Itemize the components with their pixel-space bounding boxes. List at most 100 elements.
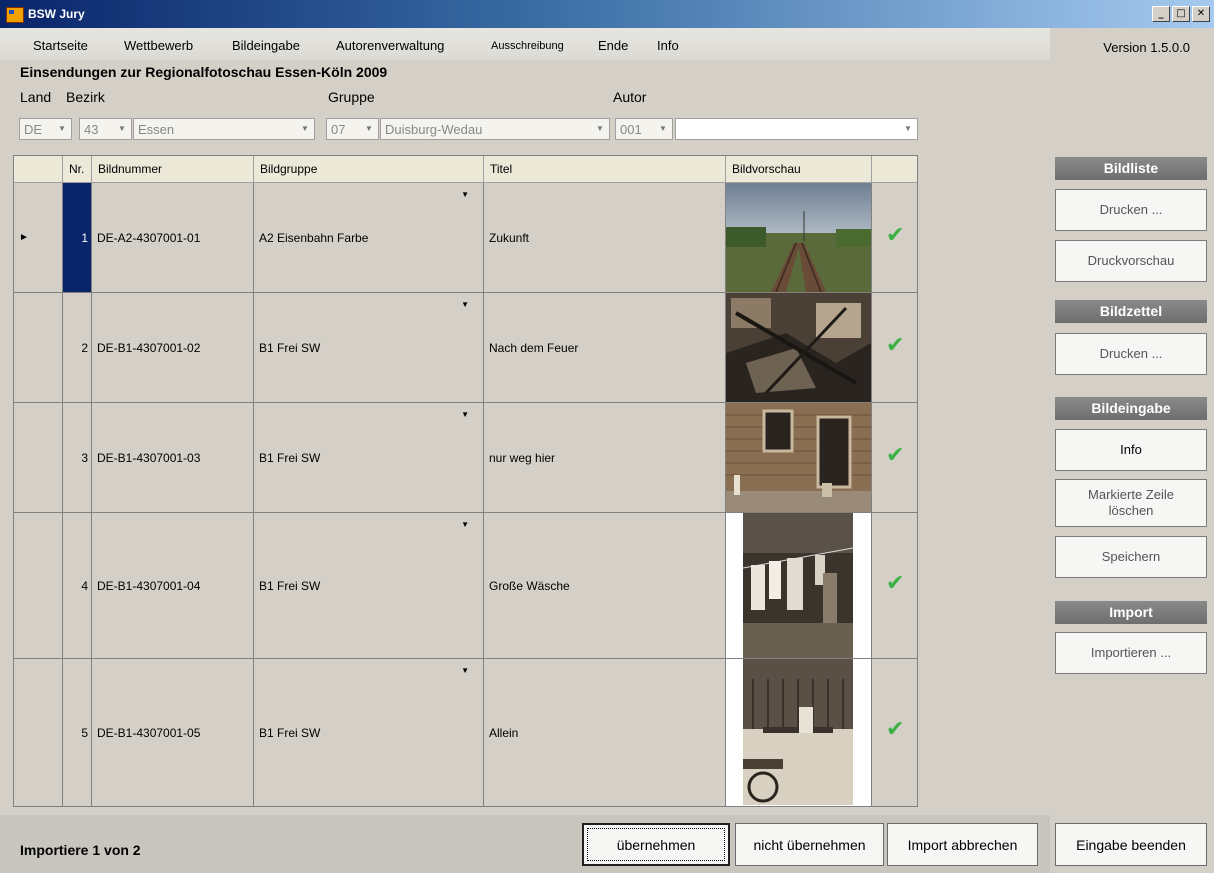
check-icon: ✔ [886,223,905,248]
row-selector[interactable] [14,513,63,659]
bezirk-code-select[interactable]: 43 ▼ [79,118,132,140]
cell-titel[interactable]: Allein [484,659,726,806]
cell-bildvorschau[interactable] [726,513,872,659]
cell-status: ✔ [872,183,917,293]
gruppe-label: Gruppe [328,89,375,105]
gruppe-code-value: 07 [331,122,346,137]
menu-bar: Startseite Wettbewerb Bildeingabe Autore… [0,28,1050,60]
dropdown-arrow-icon[interactable]: ▼ [461,520,469,529]
dropdown-arrow-icon[interactable]: ▼ [461,300,469,309]
menu-startseite[interactable]: Startseite [33,38,88,53]
bezirk-name-value: Essen [138,122,175,137]
import-button[interactable]: Importieren ... [1055,632,1207,674]
maximize-button[interactable]: □ [1172,6,1190,22]
cell-titel[interactable]: nur weg hier [484,403,726,513]
chevron-down-icon: ▼ [365,124,373,133]
row-selector[interactable] [14,403,63,513]
app-icon [6,7,24,23]
cell-bildvorschau[interactable] [726,293,872,403]
check-icon: ✔ [886,443,905,468]
dropdown-arrow-icon[interactable]: ▼ [461,666,469,675]
bezirk-code-value: 43 [84,122,99,137]
cell-nr[interactable]: 3 [63,403,92,513]
table-row[interactable]: ► 1 DE-A2-4307001-01 A2 Eisenbahn Farbe ▼… [14,183,917,293]
bildliste-header: Bildliste [1055,157,1207,180]
page-title: Einsendungen zur Regionalfotoschau Essen… [20,64,388,80]
import-header: Import [1055,601,1207,624]
cell-nr[interactable]: 1 [63,183,92,293]
cell-titel[interactable]: Große Wäsche [484,513,726,659]
bezirk-label: Bezirk [66,89,105,105]
row-selector[interactable] [14,293,63,403]
column-header-bildgruppe[interactable]: Bildgruppe [254,156,484,183]
cell-bildvorschau[interactable] [726,403,872,513]
menu-wettbewerb[interactable]: Wettbewerb [124,38,193,53]
cell-bildgruppe[interactable]: B1 Frei SW ▼ [254,513,484,659]
accept-button[interactable]: übernehmen [582,823,730,866]
cell-bildgruppe[interactable]: B1 Frei SW ▼ [254,293,484,403]
check-icon: ✔ [886,333,905,358]
reject-button[interactable]: nicht übernehmen [735,823,884,866]
menu-autorenverwaltung[interactable]: Autorenverwaltung [336,38,444,53]
table-row[interactable]: 4 DE-B1-4307001-04 B1 Frei SW ▼ Große Wäs… [14,513,917,659]
bildzettel-print-button[interactable]: Drucken ... [1055,333,1207,375]
menu-bildeingabe[interactable]: Bildeingabe [232,38,300,53]
cell-nr[interactable]: 4 [63,513,92,659]
cell-bildnummer[interactable]: DE-B1-4307001-02 [92,293,254,403]
abort-import-button[interactable]: Import abbrechen [887,823,1038,866]
cell-bildnummer[interactable]: DE-B1-4307001-05 [92,659,254,806]
chevron-down-icon: ▼ [118,124,126,133]
cell-titel[interactable]: Zukunft [484,183,726,293]
gruppe-code-select[interactable]: 07 ▼ [326,118,379,140]
column-header-nr[interactable]: Nr. [63,156,92,183]
minimize-button[interactable]: _ [1152,6,1170,22]
cell-bildvorschau[interactable] [726,659,872,806]
cell-nr[interactable]: 2 [63,293,92,403]
bildliste-preview-button[interactable]: Druckvorschau [1055,240,1207,282]
cell-bildgruppe[interactable]: A2 Eisenbahn Farbe ▼ [254,183,484,293]
check-icon: ✔ [886,571,905,596]
menu-ausschreibung[interactable]: Ausschreibung [491,40,564,52]
cell-bildnummer[interactable]: DE-B1-4307001-03 [92,403,254,513]
save-button[interactable]: Speichern [1055,536,1207,578]
window-title: BSW Jury [28,7,85,21]
delete-row-button[interactable]: Markierte Zeile löschen [1055,479,1207,527]
cell-status: ✔ [872,403,917,513]
chevron-down-icon: ▼ [904,124,912,133]
land-select[interactable]: DE ▼ [19,118,72,140]
column-header-titel[interactable]: Titel [484,156,726,183]
menu-info[interactable]: Info [657,38,679,53]
cell-titel[interactable]: Nach dem Feuer [484,293,726,403]
bildliste-print-button[interactable]: Drucken ... [1055,189,1207,231]
cell-bildgruppe[interactable]: B1 Frei SW ▼ [254,403,484,513]
column-header-bildnummer[interactable]: Bildnummer [92,156,254,183]
finish-input-button[interactable]: Eingabe beenden [1055,823,1207,866]
bezirk-name-select[interactable]: Essen ▼ [133,118,315,140]
autor-code-select[interactable]: 001 ▼ [615,118,673,140]
cell-bildvorschau[interactable] [726,183,872,293]
bildzettel-header: Bildzettel [1055,300,1207,323]
gruppe-name-select[interactable]: Duisburg-Wedau ▼ [380,118,610,140]
brick-house-photo [726,403,871,512]
cell-bildnummer[interactable]: DE-B1-4307001-04 [92,513,254,659]
row-selector[interactable] [14,659,63,806]
autor-name-select[interactable]: ▼ [675,118,918,140]
dropdown-arrow-icon[interactable]: ▼ [461,410,469,419]
table-row[interactable]: 3 DE-B1-4307001-03 B1 Frei SW ▼ nur weg h… [14,403,917,513]
cell-nr[interactable]: 5 [63,659,92,806]
entries-table[interactable]: Nr. Bildnummer Bildgruppe Titel Bildvors… [13,155,918,807]
current-row-icon: ► [19,232,29,243]
cell-bildgruppe[interactable]: B1 Frei SW ▼ [254,659,484,806]
bildgruppe-value: B1 Frei SW [259,340,321,355]
menu-ende[interactable]: Ende [598,38,628,53]
info-button[interactable]: Info [1055,429,1207,471]
row-selector[interactable]: ► [14,183,63,293]
column-header-bildvorschau[interactable]: Bildvorschau [726,156,872,183]
dropdown-arrow-icon[interactable]: ▼ [461,190,469,199]
table-row[interactable]: 2 DE-B1-4307001-02 B1 Frei SW ▼ Nach dem … [14,293,917,403]
table-row[interactable]: 5 DE-B1-4307001-05 B1 Frei SW ▼ Allein ✔ [14,659,917,806]
cell-status: ✔ [872,293,917,403]
close-button[interactable]: ✕ [1192,6,1210,22]
cell-bildnummer[interactable]: DE-A2-4307001-01 [92,183,254,293]
title-bar: BSW Jury _ □ ✕ [0,0,1214,28]
